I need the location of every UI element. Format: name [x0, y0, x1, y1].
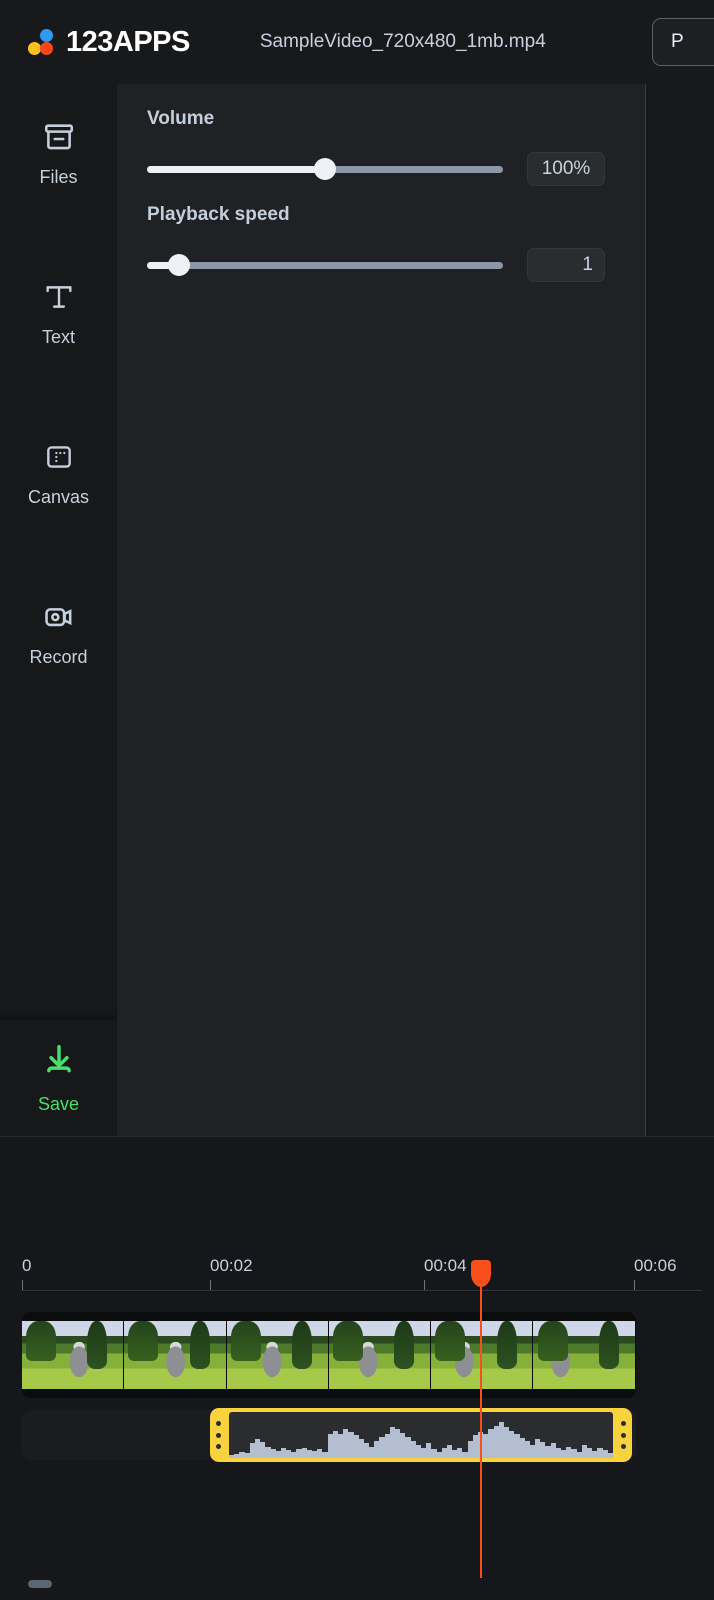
sidebar-item-record[interactable]: Record: [0, 582, 117, 682]
playback-speed-value[interactable]: 1: [527, 248, 605, 282]
archive-box-icon: [42, 116, 76, 158]
audio-clip-selected[interactable]: [210, 1408, 632, 1462]
handle-dot-icon: [621, 1432, 626, 1438]
ruler-baseline: [22, 1290, 702, 1291]
thumbnail-frame-image: [226, 1321, 328, 1389]
volume-control: Volume 100%: [147, 108, 617, 186]
ruler-tick-label: 00:06: [634, 1256, 677, 1275]
handle-dot-icon: [621, 1421, 626, 1426]
red-dot-icon: [40, 42, 53, 55]
volume-slider-thumb[interactable]: [314, 158, 336, 180]
video-thumbnail-strip: [22, 1312, 636, 1398]
video-editor-app: 123APPS SampleVideo_720x480_1mb.mp4 P Fi…: [0, 0, 714, 1600]
audio-clip-body: [229, 1412, 613, 1458]
panel-divider: [645, 84, 646, 1136]
thumbnail-frame-image: [431, 1321, 533, 1389]
file-title: SampleVideo_720x480_1mb.mp4: [259, 31, 546, 52]
save-label: Save: [37, 1094, 80, 1114]
download-arrow-icon: [40, 1041, 78, 1084]
timeline-horizontal-scrollbar[interactable]: [28, 1580, 52, 1588]
video-thumbnail: [328, 1312, 432, 1398]
volume-slider[interactable]: [147, 158, 503, 180]
playhead[interactable]: [471, 1260, 491, 1578]
handle-dot-icon: [216, 1432, 221, 1438]
audio-waveform: [229, 1412, 613, 1458]
editor-toolbar: 00:04.31: [0, 1136, 714, 1261]
volume-slider-fill: [147, 165, 325, 173]
handle-dot-icon: [216, 1421, 221, 1426]
video-thumbnail: [226, 1312, 329, 1398]
ruler-tick-label: 00:02: [210, 1256, 253, 1275]
settings-panel: Volume 100% Playback speed 1: [117, 84, 645, 1136]
sidebar-item-label: Files: [39, 167, 78, 187]
sidebar-item-label: Record: [29, 647, 88, 667]
ruler-tick-label: 0: [22, 1256, 32, 1275]
video-thumbnail: [431, 1312, 534, 1398]
blue-dot-icon: [40, 29, 53, 42]
video-track[interactable]: [22, 1312, 636, 1398]
waveform-bar: [607, 1452, 613, 1458]
thumbnail-frame-image: [533, 1321, 635, 1389]
sidebar-item-canvas[interactable]: Canvas: [0, 422, 117, 522]
ruler-tick-label: 00:04: [424, 1256, 467, 1275]
sidebar-item-text[interactable]: Text: [0, 262, 117, 362]
pro-button[interactable]: P: [652, 18, 714, 66]
sidebar-item-label: Text: [41, 327, 75, 347]
playback-speed-slider[interactable]: [147, 254, 503, 276]
save-button[interactable]: Save: [0, 1020, 117, 1136]
handle-dot-icon: [621, 1444, 626, 1449]
canvas-frame-icon: [43, 436, 75, 478]
playback-speed-control: Playback speed 1: [147, 204, 617, 282]
logo-dots-icon: [26, 25, 60, 59]
thumbnail-frame-image: [22, 1321, 124, 1389]
video-thumbnail: [533, 1312, 636, 1398]
sidebar-item-files[interactable]: Files: [0, 102, 117, 202]
left-sidebar: Files Text Canvas Record: [0, 84, 117, 1136]
thumbnail-frame-image: [124, 1321, 226, 1389]
playback-speed-label: Playback speed: [147, 204, 290, 225]
handle-dot-icon: [216, 1444, 221, 1449]
brand-logo[interactable]: 123APPS: [26, 25, 190, 59]
top-bar: 123APPS SampleVideo_720x480_1mb.mp4 P: [0, 0, 714, 84]
video-thumbnail: [124, 1312, 227, 1398]
thumbnail-frame-image: [328, 1321, 431, 1389]
volume-value[interactable]: 100%: [527, 152, 605, 186]
playback-speed-slider-thumb[interactable]: [168, 254, 191, 276]
text-t-icon: [42, 276, 76, 318]
sidebar-item-label: Canvas: [27, 487, 90, 507]
preview-right-gutter: [646, 84, 714, 1136]
volume-label: Volume: [147, 108, 215, 129]
video-camera-icon: [42, 596, 76, 638]
video-thumbnail: [22, 1312, 125, 1398]
audio-clip-left-handle[interactable]: [216, 1421, 221, 1449]
timeline-ruler[interactable]: 0 00:02 00:04 00:06: [0, 1250, 714, 1291]
timeline[interactable]: 0 00:02 00:04 00:06: [0, 1250, 714, 1600]
audio-clip-right-handle[interactable]: [621, 1421, 626, 1449]
brand-name: 123APPS: [66, 25, 190, 58]
